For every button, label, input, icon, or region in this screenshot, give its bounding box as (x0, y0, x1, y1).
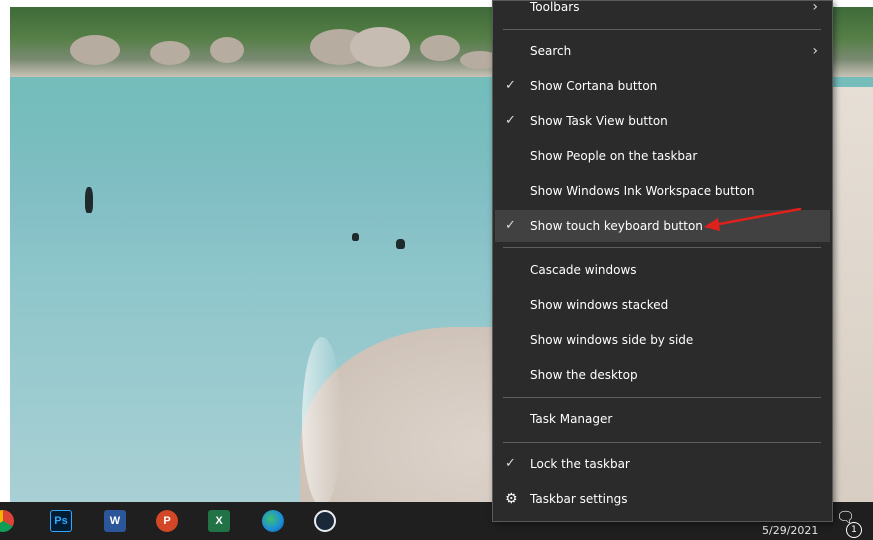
menu-separator (503, 397, 821, 398)
menu-separator (503, 442, 821, 443)
notification-badge: 1 (846, 522, 862, 538)
menu-item-label: Show Task View button (530, 114, 668, 128)
chrome-icon[interactable] (0, 510, 14, 532)
check-icon: ✓ (505, 218, 516, 233)
menu-item-label: Show touch keyboard button (530, 219, 703, 233)
menu-item-lock-taskbar[interactable]: ✓ Lock the taskbar (495, 448, 830, 480)
wallpaper-swimmer (396, 239, 405, 249)
menu-item-label: Taskbar settings (530, 492, 628, 506)
excel-icon[interactable]: X (208, 510, 230, 532)
menu-item-windows-side-by-side[interactable]: Show windows side by side (495, 324, 830, 356)
menu-item-show-task-view[interactable]: ✓ Show Task View button (495, 105, 830, 137)
menu-item-label: Show the desktop (530, 368, 638, 382)
menu-item-show-cortana[interactable]: ✓ Show Cortana button (495, 70, 830, 102)
menu-item-label: Show People on the taskbar (530, 149, 698, 163)
edge-icon[interactable] (262, 510, 284, 532)
menu-item-show-desktop[interactable]: Show the desktop (495, 359, 830, 391)
powerpoint-icon[interactable]: P (156, 510, 178, 532)
taskbar-date[interactable]: 5/29/2021 (762, 524, 818, 537)
menu-item-windows-stacked[interactable]: Show windows stacked (495, 289, 830, 321)
menu-item-label: Show windows stacked (530, 298, 669, 312)
menu-item-cascade-windows[interactable]: Cascade windows (495, 254, 830, 286)
word-icon[interactable]: W (104, 510, 126, 532)
photoshop-icon[interactable]: Ps (50, 510, 72, 532)
menu-item-label: Show Windows Ink Workspace button (530, 184, 755, 198)
menu-item-show-ink-workspace[interactable]: Show Windows Ink Workspace button (495, 175, 830, 207)
menu-item-label: Cascade windows (530, 263, 637, 277)
menu-item-task-manager[interactable]: Task Manager (495, 403, 830, 435)
wallpaper-foam (302, 337, 342, 502)
menu-item-toolbars[interactable]: Toolbars › (495, 0, 830, 23)
menu-item-taskbar-settings[interactable]: ⚙ Taskbar settings (495, 483, 830, 515)
wallpaper-person (85, 187, 93, 213)
menu-item-label: Show Cortana button (530, 79, 658, 93)
steam-icon[interactable] (314, 510, 336, 532)
menu-separator (503, 247, 821, 248)
taskbar-context-menu: Toolbars › Search › ✓ Show Cortana butto… (492, 0, 833, 522)
menu-item-label: Search (530, 44, 572, 58)
menu-item-search[interactable]: Search › (495, 35, 830, 67)
menu-item-label: Lock the taskbar (530, 457, 630, 471)
wallpaper-swimmer (352, 233, 359, 241)
wallpaper-sand-right (832, 87, 873, 502)
check-icon: ✓ (505, 113, 516, 128)
gear-icon: ⚙ (505, 491, 518, 507)
menu-item-label: Show windows side by side (530, 333, 694, 347)
desktop-screen: Ps W P X 5/29/2021 🗨 1 Toolbars › Search… (0, 0, 873, 540)
chevron-right-icon: › (812, 0, 818, 15)
check-icon: ✓ (505, 456, 516, 471)
menu-item-label: Task Manager (530, 412, 613, 426)
menu-item-show-people[interactable]: Show People on the taskbar (495, 140, 830, 172)
chevron-right-icon: › (812, 43, 818, 59)
check-icon: ✓ (505, 78, 516, 93)
menu-separator (503, 29, 821, 30)
annotation-arrow (704, 207, 802, 231)
menu-item-label: Toolbars (530, 0, 580, 14)
